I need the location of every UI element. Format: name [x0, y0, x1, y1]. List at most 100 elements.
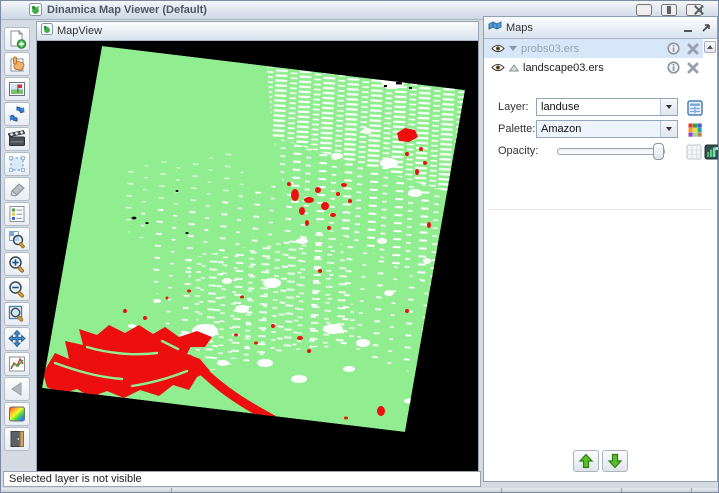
pointer-page-icon: [7, 54, 27, 74]
layer-select[interactable]: landuse: [536, 98, 678, 116]
app-window: Dinamica Map Viewer (Default) MapView: [0, 0, 719, 493]
zoom-extent-icon: [7, 304, 27, 324]
layer-order-buttons: [484, 450, 717, 472]
chevron-down-icon: [666, 105, 672, 109]
maps-panel: Maps probs03.ers landscape03.ers: [483, 16, 718, 482]
profile-chart-button[interactable]: [4, 352, 30, 376]
toolbar: [4, 27, 32, 451]
mapview-logo-icon: [41, 22, 53, 40]
dropdown-button[interactable]: [660, 99, 677, 115]
snapshot-icon: [7, 79, 27, 99]
animation-button[interactable]: [4, 127, 30, 151]
exit-icon: [7, 429, 27, 449]
legend-icon: [7, 204, 27, 224]
close-button[interactable]: [686, 4, 702, 16]
snapshot-button[interactable]: [4, 77, 30, 101]
eye-icon: [491, 63, 505, 72]
zoom-out-button[interactable]: [4, 277, 30, 301]
zoom-out-icon: [7, 279, 27, 299]
palette-label: Palette:: [498, 123, 535, 135]
select-region-button[interactable]: [4, 152, 30, 176]
layer-type-icon: [509, 59, 519, 77]
zoom-selection-icon: [7, 229, 27, 249]
status-bar: Selected layer is not visible: [3, 471, 481, 487]
opacity-slider[interactable]: [557, 148, 665, 155]
new-map-button[interactable]: [4, 27, 30, 51]
layer-close-button[interactable]: [685, 60, 700, 75]
layer-close-button[interactable]: [685, 41, 700, 56]
opacity-label: Opacity:: [498, 145, 538, 157]
maps-panel-header: Maps: [484, 17, 717, 39]
mapview-header: MapView: [37, 22, 478, 41]
maximize-icon: [667, 6, 671, 14]
arrow-up-icon: [707, 45, 713, 49]
layer-select-value: landuse: [541, 101, 580, 113]
maps-panel-float-button[interactable]: [699, 21, 713, 35]
layer-list: probs03.ers landscape03.ers: [484, 39, 717, 77]
map-canvas[interactable]: [37, 41, 478, 471]
layer-row-probs03[interactable]: probs03.ers: [484, 39, 703, 58]
pan-button[interactable]: [4, 327, 30, 351]
zoom-extent-button[interactable]: [4, 302, 30, 326]
animation-icon: [7, 129, 27, 149]
layer-info-button[interactable]: [666, 60, 681, 75]
maps-icon: [488, 19, 502, 37]
palette-icon: [7, 404, 27, 424]
dropdown-button[interactable]: [660, 121, 677, 137]
zoom-in-button[interactable]: [4, 252, 30, 276]
info-icon: [667, 61, 680, 74]
minimize-button[interactable]: [636, 4, 652, 16]
visibility-eye-button[interactable]: [490, 41, 505, 56]
layer-controls: Layer: landuse Palette: Amazon Opacity:: [484, 77, 717, 195]
info-icon: [667, 42, 680, 55]
histogram-button-disabled: [685, 143, 702, 160]
select-region-icon: [7, 154, 27, 174]
grid-disabled-icon: [686, 144, 702, 160]
legend-button[interactable]: [4, 202, 30, 226]
layer-name: landscape03.ers: [523, 62, 662, 74]
contrast-button[interactable]: [703, 143, 719, 160]
new-map-icon: [7, 29, 27, 49]
window-title: Dinamica Map Viewer (Default): [47, 4, 207, 16]
refresh-button[interactable]: [4, 102, 30, 126]
eraser-button[interactable]: [4, 177, 30, 201]
pan-icon: [7, 329, 27, 349]
chevron-down-icon: [666, 127, 672, 131]
zoom-selection-button[interactable]: [4, 227, 30, 251]
move-layer-up-button[interactable]: [573, 450, 599, 472]
select-page-button[interactable]: [4, 52, 30, 76]
palette-button[interactable]: [4, 402, 30, 426]
maximize-button[interactable]: [661, 4, 677, 16]
arrow-up-icon: [578, 453, 594, 469]
status-message: Selected layer is not visible: [9, 473, 142, 485]
opacity-slider-thumb[interactable]: [653, 143, 664, 160]
zoom-in-icon: [7, 254, 27, 274]
minimize-icon: [684, 30, 692, 32]
back-icon: [7, 379, 27, 399]
divider: [489, 209, 712, 210]
eraser-icon: [7, 179, 27, 199]
layer-label: Layer:: [498, 101, 529, 113]
close-icon: [687, 62, 699, 74]
visibility-eye-button[interactable]: [490, 60, 505, 75]
layer-info-button[interactable]: [666, 41, 681, 56]
mapview-panel: MapView: [36, 21, 479, 471]
maps-panel-minimize-button[interactable]: [681, 21, 695, 35]
exit-button[interactable]: [4, 427, 30, 451]
palette-select-value: Amazon: [541, 123, 581, 135]
palette-select[interactable]: Amazon: [536, 120, 678, 138]
contrast-icon: [704, 144, 719, 160]
float-icon: [701, 23, 711, 33]
attribute-table-button[interactable]: [686, 99, 703, 116]
layer-name: probs03.ers: [521, 43, 662, 55]
landsat-scene-image: [37, 41, 478, 471]
back-button[interactable]: [4, 377, 30, 401]
layer-row-landscape03[interactable]: landscape03.ers: [484, 58, 703, 77]
close-icon: [687, 43, 699, 55]
profile-chart-icon: [7, 354, 27, 374]
scroll-up-button[interactable]: [704, 41, 716, 53]
move-layer-down-button[interactable]: [602, 450, 628, 472]
bottom-window-edge: [1, 488, 718, 493]
attribute-table-icon: [687, 100, 703, 116]
edit-palette-button[interactable]: [686, 121, 703, 138]
